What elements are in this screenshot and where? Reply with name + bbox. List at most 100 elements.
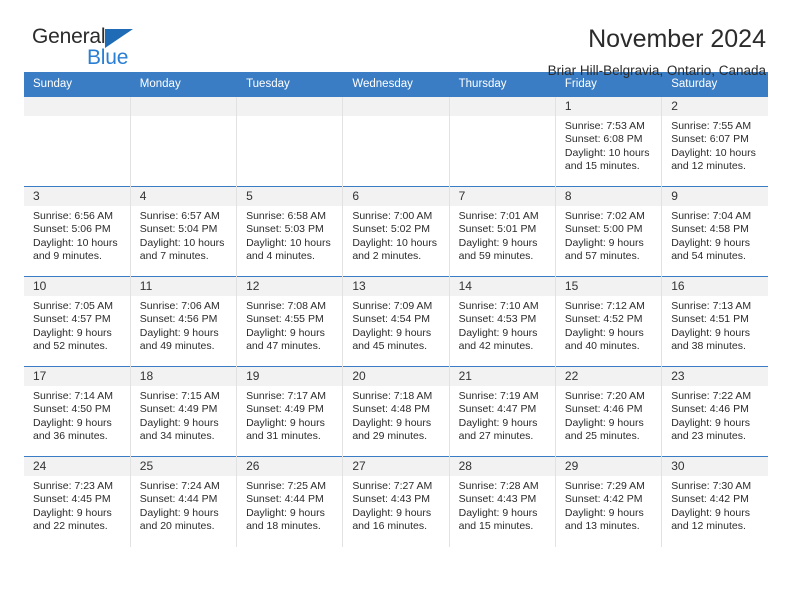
sunset-text: Sunset: 4:50 PM [33,403,111,416]
calendar-day-cell[interactable]: 26 Sunrise: 7:25 AM Sunset: 4:44 PM Dayligh… [236,456,344,547]
calendar-day-cell[interactable]: 11 Sunrise: 7:06 AM Sunset: 4:56 PM Dayligh… [130,276,238,367]
calendar-day-cell[interactable]: 27 Sunrise: 7:27 AM Sunset: 4:43 PM Dayligh… [342,456,450,547]
day-sun-info: Sunrise: 7:53 AM Sunset: 6:08 PM Daylight:… [556,116,661,174]
daylight-text: Daylight: 9 hours and 13 minutes. [564,506,644,533]
calendar-day-cell[interactable]: 3 Sunrise: 6:56 AM Sunset: 5:06 PM Daylight… [24,186,131,277]
calendar-day-cell[interactable]: 30 Sunrise: 7:30 AM Sunset: 4:42 PM Dayligh… [661,456,768,547]
calendar-day-cell[interactable]: 13 Sunrise: 7:09 AM Sunset: 4:54 PM Dayligh… [342,276,450,367]
day-sun-info: Sunrise: 7:06 AM Sunset: 4:56 PM Daylight:… [131,296,236,354]
calendar-day-cell-empty [236,96,344,187]
daylight-text: Daylight: 9 hours and 25 minutes. [564,416,644,443]
sunset-text: Sunset: 4:42 PM [671,493,749,506]
day-sun-info: Sunrise: 7:14 AM Sunset: 4:50 PM Daylight:… [24,386,130,444]
day-sun-info: Sunrise: 7:05 AM Sunset: 4:57 PM Daylight:… [24,296,130,354]
sunrise-text: Sunrise: 7:06 AM [139,300,220,312]
daylight-text: Daylight: 9 hours and 16 minutes. [352,506,432,533]
sunset-text: Sunset: 4:57 PM [33,313,111,326]
calendar-day-cell[interactable]: 29 Sunrise: 7:29 AM Sunset: 4:42 PM Dayligh… [555,456,663,547]
sunrise-text: Sunrise: 7:24 AM [139,480,220,492]
calendar-day-cell[interactable]: 5 Sunrise: 6:58 AM Sunset: 5:03 PM Daylight… [236,186,344,277]
daylight-text: Daylight: 9 hours and 15 minutes. [458,506,538,533]
daylight-text: Daylight: 10 hours and 2 minutes. [352,236,437,263]
sunrise-text: Sunrise: 7:13 AM [671,300,752,312]
calendar-day-cell[interactable]: 6 Sunrise: 7:00 AM Sunset: 5:02 PM Daylight… [342,186,450,277]
sunrise-text: Sunrise: 7:14 AM [33,390,113,402]
weekday-header-thursday: Thursday [449,72,556,97]
day-sun-info: Sunrise: 7:18 AM Sunset: 4:48 PM Daylight:… [343,386,448,444]
calendar-week-row: 24 Sunrise: 7:23 AM Sunset: 4:45 PM Dayligh… [24,456,768,547]
sunrise-text: Sunrise: 7:10 AM [458,300,539,312]
calendar-day-cell[interactable]: 28 Sunrise: 7:28 AM Sunset: 4:43 PM Dayligh… [449,456,556,547]
sunset-text: Sunset: 6:08 PM [564,133,643,146]
calendar-day-cell[interactable]: 15 Sunrise: 7:12 AM Sunset: 4:52 PM Dayligh… [555,276,663,367]
sunrise-text: Sunrise: 7:30 AM [671,480,752,492]
day-sun-info: Sunrise: 7:02 AM Sunset: 5:00 PM Daylight:… [556,206,661,264]
daylight-text: Daylight: 9 hours and 29 minutes. [352,416,432,443]
day-number: 13 [343,277,449,296]
day-sun-info: Sunrise: 7:24 AM Sunset: 4:44 PM Daylight:… [131,476,236,534]
sunrise-text: Sunrise: 7:12 AM [564,300,645,312]
calendar-day-cell[interactable]: 9 Sunrise: 7:04 AM Sunset: 4:58 PM Daylight… [661,186,768,277]
title-block: November 2024 Briar Hill-Belgravia, Onta… [548,24,768,82]
calendar-day-cell[interactable]: 8 Sunrise: 7:02 AM Sunset: 5:00 PM Daylight… [555,186,663,277]
day-number: 4 [130,187,237,206]
daylight-text: Daylight: 9 hours and 57 minutes. [564,236,644,263]
day-sun-info: Sunrise: 6:57 AM Sunset: 5:04 PM Daylight:… [131,206,236,264]
sunset-text: Sunset: 4:51 PM [671,313,749,326]
calendar-day-cell[interactable]: 16 Sunrise: 7:13 AM Sunset: 4:51 PM Dayligh… [661,276,768,367]
sunrise-text: Sunrise: 7:22 AM [671,390,752,402]
calendar-day-cell[interactable]: 4 Sunrise: 6:57 AM Sunset: 5:04 PM Daylight… [130,186,238,277]
weekday-header-tuesday: Tuesday [236,72,344,97]
daylight-text: Daylight: 9 hours and 40 minutes. [564,326,644,353]
sunrise-text: Sunrise: 7:29 AM [564,480,645,492]
day-number: 22 [555,367,662,386]
sunset-text: Sunset: 5:00 PM [564,223,643,236]
calendar-day-cell[interactable]: 14 Sunrise: 7:10 AM Sunset: 4:53 PM Dayligh… [449,276,556,367]
calendar-week-row: 17 Sunrise: 7:14 AM Sunset: 4:50 PM Dayligh… [24,366,768,457]
calendar-day-cell[interactable]: 25 Sunrise: 7:24 AM Sunset: 4:44 PM Dayligh… [130,456,238,547]
calendar-day-cell[interactable]: 10 Sunrise: 7:05 AM Sunset: 4:57 PM Dayligh… [24,276,131,367]
logo-primary-text: General [32,25,106,48]
sunrise-sunset-calendar: Sunday Monday Tuesday Wednesday Thursday… [24,72,768,547]
daylight-text: Daylight: 9 hours and 54 minutes. [671,236,750,263]
sunrise-text: Sunrise: 7:02 AM [564,210,645,222]
calendar-day-cell[interactable]: 1 Sunrise: 7:53 AM Sunset: 6:08 PM Daylight… [555,96,663,187]
daylight-text: Daylight: 9 hours and 23 minutes. [671,416,750,443]
calendar-day-cell[interactable]: 2 Sunrise: 7:55 AM Sunset: 6:07 PM Daylight… [661,96,768,187]
calendar-day-cell[interactable]: 22 Sunrise: 7:20 AM Sunset: 4:46 PM Dayligh… [555,366,663,457]
sunset-text: Sunset: 4:43 PM [458,493,537,506]
sunrise-text: Sunrise: 7:08 AM [246,300,327,312]
daylight-text: Daylight: 10 hours and 15 minutes. [564,146,650,173]
sunrise-text: Sunrise: 7:25 AM [246,480,327,492]
daylight-text: Daylight: 9 hours and 52 minutes. [33,326,112,353]
daylight-text: Daylight: 9 hours and 22 minutes. [33,506,112,533]
day-sun-info: Sunrise: 7:08 AM Sunset: 4:55 PM Daylight:… [237,296,342,354]
calendar-day-cell[interactable]: 23 Sunrise: 7:22 AM Sunset: 4:46 PM Dayligh… [661,366,768,457]
page-header: General Blue November 2024 Briar Hill-Be… [24,0,768,78]
calendar-day-cell[interactable]: 18 Sunrise: 7:15 AM Sunset: 4:49 PM Dayligh… [130,366,238,457]
calendar-day-cell[interactable]: 24 Sunrise: 7:23 AM Sunset: 4:45 PM Dayligh… [24,456,131,547]
calendar-week-row: 1 Sunrise: 7:53 AM Sunset: 6:08 PM Daylight… [24,96,768,187]
calendar-day-cell[interactable]: 21 Sunrise: 7:19 AM Sunset: 4:47 PM Dayligh… [449,366,556,457]
sunset-text: Sunset: 4:48 PM [352,403,430,416]
calendar-day-cell[interactable]: 19 Sunrise: 7:17 AM Sunset: 4:49 PM Dayligh… [236,366,344,457]
daylight-text: Daylight: 9 hours and 20 minutes. [139,506,219,533]
day-sun-info: Sunrise: 7:10 AM Sunset: 4:53 PM Daylight:… [450,296,555,354]
day-number [130,97,237,116]
calendar-day-cell[interactable]: 20 Sunrise: 7:18 AM Sunset: 4:48 PM Dayligh… [342,366,450,457]
calendar-day-cell[interactable]: 7 Sunrise: 7:01 AM Sunset: 5:01 PM Daylight… [449,186,556,277]
calendar-day-cell[interactable]: 12 Sunrise: 7:08 AM Sunset: 4:55 PM Dayligh… [236,276,344,367]
day-number: 9 [662,187,768,206]
calendar-day-cell[interactable]: 17 Sunrise: 7:14 AM Sunset: 4:50 PM Dayligh… [24,366,131,457]
day-number: 15 [555,277,662,296]
day-number: 3 [24,187,130,206]
general-blue-logo[interactable]: General Blue [24,24,144,72]
daylight-text: Daylight: 9 hours and 49 minutes. [139,326,219,353]
sunset-text: Sunset: 4:55 PM [246,313,324,326]
day-sun-info: Sunrise: 7:13 AM Sunset: 4:51 PM Daylight:… [662,296,768,354]
weekday-header-wednesday: Wednesday [342,72,450,97]
day-number: 8 [555,187,662,206]
logo-secondary-text: Blue [87,46,129,69]
sunrise-text: Sunrise: 7:23 AM [33,480,113,492]
sunset-text: Sunset: 4:52 PM [564,313,643,326]
